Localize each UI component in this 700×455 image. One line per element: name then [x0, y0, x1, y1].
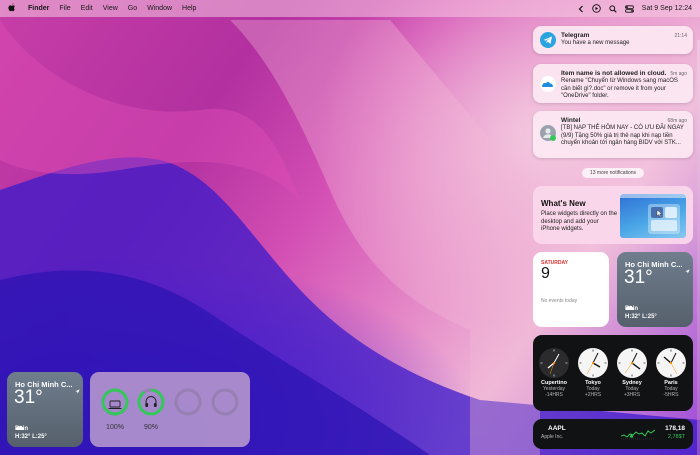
menu-help[interactable]: Help [182, 5, 196, 12]
apple-menu-icon[interactable] [8, 3, 18, 14]
notification-telegram[interactable]: Telegram 21:14 You have a new message [533, 26, 693, 54]
whats-new-text: Place widgets directly on the desktop an… [541, 211, 618, 232]
stock-price: 178,18 [665, 425, 685, 432]
battery-ring-laptop [101, 388, 129, 416]
menu-view[interactable]: View [103, 5, 118, 12]
batteries-widget[interactable]: 100% 90% [90, 372, 250, 447]
clock-offset: +2HRS [584, 392, 602, 398]
notification-wintel[interactable]: Wintel 68m ago [TB] NẠP THẺ HÔM NAY - CÓ… [533, 111, 693, 158]
chevron-left-icon[interactable] [578, 5, 584, 13]
whats-new-preview-image [620, 194, 686, 238]
location-arrow-icon [685, 261, 690, 279]
whats-new-widget[interactable]: What's New Place widgets directly on the… [533, 186, 693, 244]
clock-face-icon [617, 348, 647, 378]
stock-change: 2,78$T [667, 434, 685, 440]
headphones-icon [144, 395, 158, 414]
stock-company: Apple Inc. [541, 434, 564, 440]
stock-symbol: AAPL [548, 425, 566, 432]
weather-temperature: 31° [14, 387, 43, 408]
battery-percent: 90% [143, 424, 158, 431]
battery-percent: 100% [106, 424, 124, 431]
stock-sparkline [621, 429, 655, 440]
menu-bar: Finder File Edit View Go Window Help Sat… [0, 0, 700, 17]
weather-condition: Rain [15, 426, 29, 432]
contact-avatar-icon [540, 125, 556, 141]
notification-body: Rename "Chuyển từ Windows sang macOS cần… [561, 78, 678, 99]
calendar-events-text: No events today [541, 298, 578, 304]
weather-widget-desktop[interactable]: Ho Chi Minh C... 31° Rain H:32° L:25° [7, 372, 83, 447]
clock-face-icon [578, 348, 608, 378]
calendar-day-number: 9 [541, 265, 550, 282]
weather-highlow: H:32° L:25° [15, 434, 47, 440]
notification-onedrive[interactable]: Item name is not allowed in cloud. 5m ag… [533, 64, 693, 103]
onedrive-icon [540, 76, 556, 92]
notification-time: 21:14 [674, 33, 687, 39]
notification-title: Telegram [561, 32, 590, 39]
battery-ring-headphones [137, 388, 165, 416]
menu-window[interactable]: Window [147, 5, 172, 12]
menubar-clock[interactable]: Sat 9 Sep 12:24 [642, 5, 692, 12]
clock-offset: -5HRS [663, 392, 679, 398]
cloud-icon [15, 417, 25, 430]
play-circle-icon[interactable] [592, 4, 601, 13]
clock-offset: +3HRS [623, 392, 641, 398]
menu-go[interactable]: Go [128, 5, 137, 12]
cloud-icon [625, 297, 635, 310]
weather-temperature: 31° [624, 267, 653, 288]
notification-body: You have a new message [561, 40, 630, 46]
weather-highlow: H:32° L:25° [625, 314, 657, 320]
calendar-widget[interactable]: SATURDAY 9 No events today [533, 252, 609, 327]
control-center-icon[interactable] [624, 4, 634, 13]
telegram-icon [540, 32, 556, 48]
location-arrow-icon [75, 381, 80, 399]
whats-new-title: What's New [541, 199, 586, 208]
notification-body: [TB] NẠP THẺ HÔM NAY - CÓ ƯU ĐÃI NGAY (9… [561, 125, 684, 146]
menu-app-name[interactable]: Finder [28, 5, 49, 12]
notification-title: Wintel [561, 117, 581, 124]
notification-time: 5m ago [670, 71, 687, 77]
menu-edit[interactable]: Edit [81, 5, 93, 12]
notification-time: 68m ago [667, 118, 687, 124]
weather-widget[interactable]: Ho Chi Minh C... 31° Rain H:32° L:25° [617, 252, 693, 327]
world-clock-widget[interactable]: Cupertino Yesterday -14HRS Tokyo Today +… [533, 335, 693, 411]
weather-condition: Rain [625, 306, 639, 312]
more-notifications-button[interactable]: 13 more notifications [582, 168, 644, 178]
stocks-widget[interactable]: AAPL Apple Inc. 178,18 2,78$T [533, 419, 693, 449]
search-icon[interactable] [609, 4, 617, 13]
menu-file[interactable]: File [59, 5, 70, 12]
clock-face-icon [656, 348, 686, 378]
clock-offset: -14HRS [545, 392, 563, 398]
battery-ring-empty [174, 388, 202, 416]
battery-ring-empty [211, 388, 239, 416]
clock-face-icon [539, 348, 569, 378]
notification-title: Item name is not allowed in cloud. [561, 70, 667, 77]
laptop-icon [108, 397, 122, 415]
